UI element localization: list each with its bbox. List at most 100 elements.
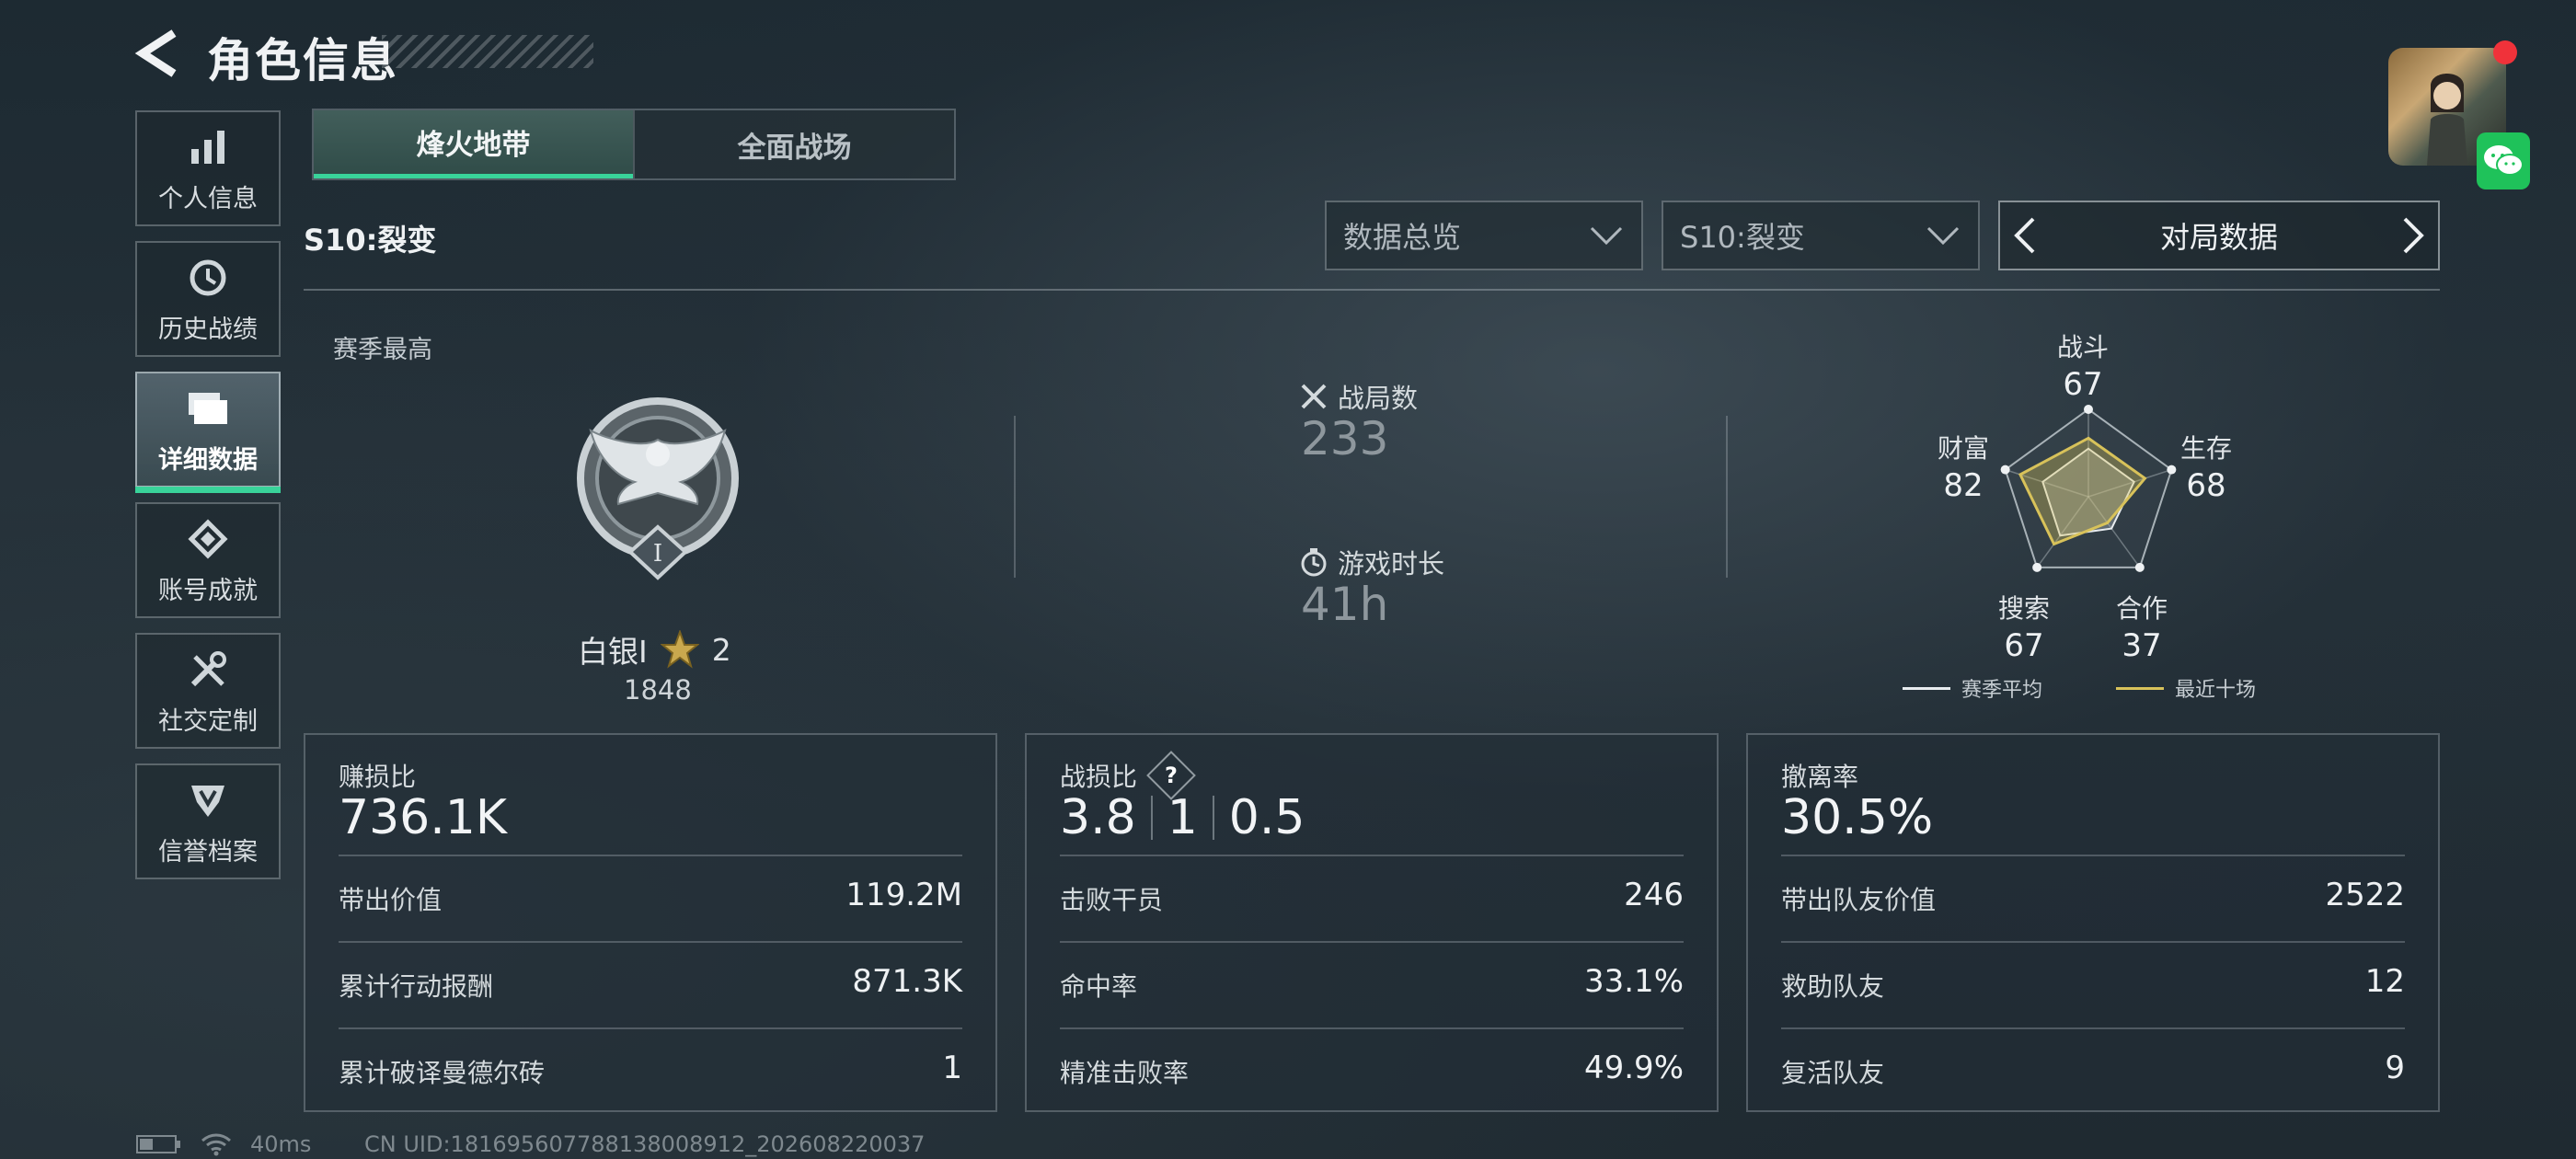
sidebar-item-personal-info[interactable]: 个人信息 — [135, 110, 281, 226]
radar-axis-name: 搜索 — [1997, 593, 2050, 624]
folder-icon — [184, 384, 232, 432]
stat-row-value: 2522 — [2325, 877, 2405, 913]
radar-axis-name: 财富 — [1937, 433, 1989, 464]
section-divider — [1014, 416, 1016, 578]
value-separator — [1150, 796, 1153, 840]
tools-icon — [184, 646, 232, 694]
stat-row-value: 33.1% — [1583, 963, 1684, 1000]
kd-secondary-value: 0.5 — [1228, 790, 1305, 845]
row-divider — [339, 855, 962, 856]
card-main-value: 736.1K — [339, 790, 507, 845]
stopwatch-icon — [1301, 548, 1327, 577]
wifi-icon — [201, 1133, 231, 1156]
extraction-rate-card: 撤离率 30.5% 带出队友价值 2522 救助队友 12 复活队友 9 — [1746, 733, 2440, 1112]
achievement-badge-icon — [184, 515, 232, 563]
season-select-value: S10:裂变 — [1680, 220, 1805, 255]
season-best-label: 赛季最高 — [333, 336, 432, 364]
matches-label-text: 战局数 — [1338, 383, 1419, 414]
sidebar-item-label: 社交定制 — [158, 706, 258, 736]
mode-tabs: 烽火地带 全面战场 — [312, 109, 956, 180]
sidebar-item-social-custom[interactable]: 社交定制 — [135, 633, 281, 749]
stat-row-value: 49.9% — [1583, 1050, 1684, 1086]
stat-row-key: 累计破译曼德尔砖 — [339, 1058, 546, 1088]
data-type-select[interactable]: 数据总览 — [1325, 201, 1643, 270]
tab-fenghuo[interactable]: 烽火地带 — [314, 110, 633, 178]
radar-axis-search: 搜索 67 — [1978, 589, 2070, 664]
playtime-label-text: 游戏时长 — [1338, 548, 1445, 580]
crossed-swords-icon — [1301, 384, 1327, 409]
radar-axis-name: 合作 — [2115, 593, 2168, 624]
card-title-text: 战损比 — [1060, 762, 1138, 792]
sidebar-item-label: 详细数据 — [158, 445, 258, 475]
battery-icon — [136, 1135, 180, 1153]
rank-score: 1848 — [624, 674, 692, 706]
star-icon — [660, 630, 699, 669]
notification-dot — [2493, 40, 2517, 64]
row-divider — [339, 1027, 962, 1029]
status-bar: 40ms — [136, 1131, 311, 1157]
sidebar-item-detailed-data[interactable]: 详细数据 — [135, 372, 281, 493]
shield-badge-icon — [184, 776, 232, 824]
back-button[interactable] — [133, 28, 189, 79]
rank-info: 白银I 2 — [578, 627, 731, 671]
legend-label: 最近十场 — [2175, 679, 2257, 702]
data-view-switcher: 对局数据 — [1998, 201, 2440, 270]
row-divider — [1781, 1027, 2405, 1029]
radar-axis-value: 82 — [1943, 467, 1984, 504]
rank-stars: 2 — [711, 631, 731, 668]
stat-row-key: 精准击败率 — [1060, 1058, 1190, 1088]
bar-chart-icon — [184, 123, 232, 171]
sidebar-item-history[interactable]: 历史战绩 — [135, 241, 281, 357]
sidebar-item-achievements[interactable]: 账号成就 — [135, 502, 281, 618]
stat-row-value: 246 — [1624, 877, 1684, 913]
chevron-left-icon[interactable] — [2011, 215, 2039, 256]
stat-row-value: 1 — [942, 1050, 962, 1086]
radar-axis-value: 67 — [2063, 366, 2103, 403]
back-arrow-icon — [134, 29, 177, 77]
stat-row-key: 带出队友价值 — [1781, 885, 1937, 915]
row-divider — [1781, 941, 2405, 943]
row-divider — [1060, 941, 1684, 943]
legend-swatch — [1903, 686, 1950, 690]
tab-all-battlefield[interactable]: 全面战场 — [633, 110, 954, 178]
row-divider — [1060, 855, 1684, 856]
kd-ratio-card: 战损比 ? 3.8 1 0.5 击败干员 246 命中率 33.1% 精准击败率… — [1025, 733, 1719, 1112]
radar-axis-value: 37 — [2122, 627, 2162, 664]
season-title: S10:裂变 — [304, 223, 437, 258]
radar-axis-name: 战斗 — [2056, 332, 2109, 362]
sidebar-item-label: 信誉档案 — [158, 837, 258, 866]
radar-axis-value: 68 — [2186, 467, 2226, 504]
legend-label: 赛季平均 — [1961, 679, 2043, 702]
kd-middle-value: 1 — [1167, 790, 1198, 845]
stat-row-key: 救助队友 — [1781, 971, 1885, 1002]
radar-axis-combat: 战斗 67 — [2037, 327, 2129, 403]
rank-name: 白银I — [578, 634, 648, 670]
sidebar-item-credit-file[interactable]: 信誉档案 — [135, 763, 281, 879]
stat-row-value: 871.3K — [852, 963, 962, 1000]
section-divider — [1726, 416, 1728, 578]
sidebar-item-label: 个人信息 — [158, 184, 258, 213]
playtime-value: 41h — [1301, 578, 1389, 631]
radar-legend: 赛季平均 最近十场 — [1903, 673, 2256, 703]
page-title: 角色信息 — [207, 34, 398, 87]
title-decoration — [382, 35, 593, 68]
stat-row-key: 击败干员 — [1060, 885, 1164, 915]
help-icon-glyph: ? — [1165, 762, 1178, 788]
history-clock-icon — [184, 254, 232, 302]
radar-axis-value: 67 — [2004, 627, 2044, 664]
stat-row-key: 复活队友 — [1781, 1058, 1885, 1088]
card-title: 赚损比 — [339, 762, 417, 792]
card-title: 战损比 ? — [1060, 751, 1196, 800]
radar-vertex-dot — [2134, 562, 2145, 572]
wechat-icon — [2484, 145, 2524, 176]
wechat-button[interactable] — [2477, 132, 2530, 189]
chevron-right-icon[interactable] — [2399, 215, 2427, 256]
radar-vertex-dot — [2032, 562, 2042, 572]
season-select[interactable]: S10:裂变 — [1662, 201, 1980, 270]
kd-ratio-value: 3.8 — [1060, 790, 1136, 845]
stat-row-key: 带出价值 — [339, 885, 443, 915]
chevron-down-icon — [1926, 226, 1960, 246]
sidebar-item-label: 历史战绩 — [158, 315, 258, 344]
card-main-value: 3.8 1 0.5 — [1060, 790, 1305, 845]
value-separator — [1212, 796, 1214, 840]
